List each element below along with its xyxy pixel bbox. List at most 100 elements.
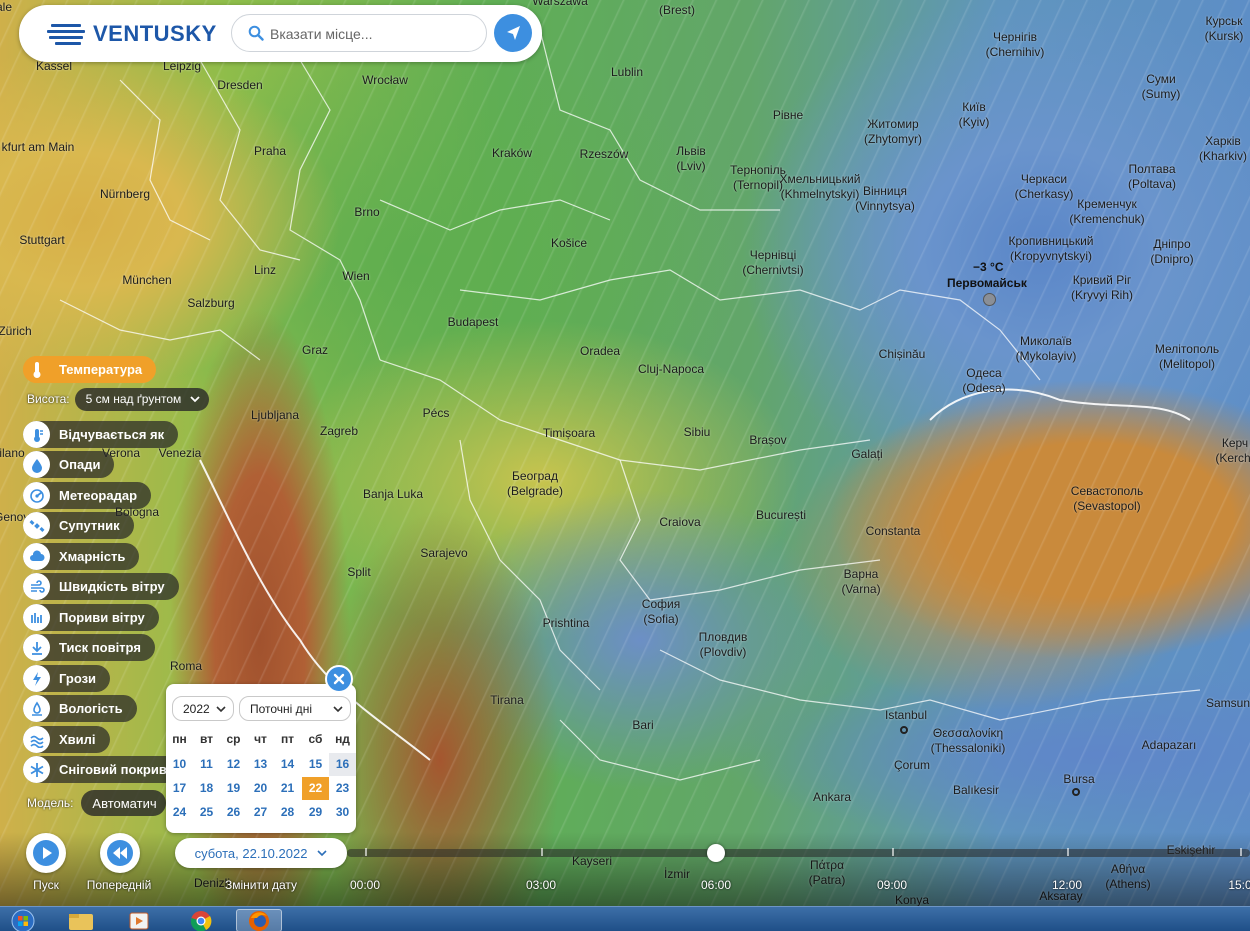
selected-point-marker[interactable] — [983, 293, 996, 306]
play-button[interactable] — [26, 833, 66, 873]
calendar-day[interactable]: 20 — [247, 777, 274, 800]
timeline-slider-handle[interactable] — [707, 844, 725, 862]
taskbar-chrome[interactable] — [178, 909, 224, 931]
city-label: Sibiu — [684, 425, 711, 440]
city-name: Galați — [851, 447, 883, 461]
city-label: București — [756, 508, 806, 523]
city-name: Çorum — [893, 758, 931, 772]
calendar-day[interactable]: 24 — [166, 801, 193, 824]
layer-label: Хвилі — [59, 732, 96, 747]
city-name: Sarajevo — [420, 546, 468, 560]
timeline-hour-label[interactable]: 00:00 — [350, 878, 380, 892]
model-select[interactable]: Автоматич — [81, 790, 166, 816]
calendar-day[interactable]: 18 — [193, 777, 220, 800]
satellite-icon — [23, 512, 50, 539]
city-name-latin: (Kremenchuk) — [1069, 212, 1145, 226]
change-date-button[interactable]: субота, 22.10.2022 — [175, 838, 347, 868]
city-name: София — [641, 597, 681, 611]
timeline-hour-label[interactable]: 09:00 — [877, 878, 907, 892]
calendar-day[interactable]: 14 — [274, 753, 301, 776]
change-date-label: Змінити дату — [224, 878, 298, 892]
calendar-day[interactable]: 23 — [329, 777, 356, 800]
range-select[interactable]: Поточні дні — [239, 696, 351, 721]
layer-feels-like[interactable]: Відчувається як — [23, 421, 179, 448]
calendar-day[interactable]: 27 — [247, 801, 274, 824]
calendar-day[interactable]: 15 — [302, 753, 329, 776]
timeline-hour-label[interactable]: 03:00 — [526, 878, 556, 892]
city-name-latin: (Khmelnytskyi) — [780, 187, 860, 201]
calendar-day[interactable]: 16 — [329, 753, 356, 776]
city-label: Roma — [170, 659, 202, 674]
timeline-hour-label[interactable]: 15:0 — [1228, 878, 1250, 892]
layer-temperature[interactable]: Температура — [23, 356, 157, 383]
year-select[interactable]: 2022 — [172, 696, 234, 721]
search-input[interactable] — [270, 24, 475, 44]
locate-me-button[interactable] — [494, 14, 532, 52]
calendar-day[interactable]: 25 — [193, 801, 220, 824]
search-box[interactable] — [231, 14, 487, 52]
layer-satellite[interactable]: Супутник — [23, 512, 134, 539]
city-label: Wrocław — [362, 73, 408, 88]
start-button[interactable] — [0, 909, 46, 931]
city-label: Београд (Belgrade) — [507, 469, 563, 499]
layer-cloud[interactable]: Хмарність — [23, 543, 140, 570]
model-value: Автоматич — [92, 795, 157, 811]
calendar-day[interactable]: 21 — [274, 777, 301, 800]
city-name: Севастополь — [1070, 484, 1144, 498]
layer-pressure[interactable]: Тиск повітря — [23, 634, 155, 661]
layer-lightning[interactable]: Грози — [23, 665, 111, 692]
calendar-day[interactable]: 29 — [302, 801, 329, 824]
city-label: Zürich — [0, 324, 32, 339]
city-name: Суми — [1146, 72, 1176, 86]
calendar-day[interactable]: 28 — [274, 801, 301, 824]
timeline-hour-label[interactable]: 12:00 — [1052, 878, 1082, 892]
taskbar-media-player[interactable] — [116, 909, 162, 931]
layer-snowflake[interactable]: Сніговий покрив — [23, 756, 181, 783]
city-label: Чернігів (Chernihiv) — [986, 30, 1045, 60]
ventusky-logo[interactable]: VENTUSKY — [47, 21, 217, 47]
layer-radar[interactable]: Метеорадар — [23, 482, 152, 509]
layer-label: Тиск повітря — [59, 640, 141, 655]
taskbar-firefox[interactable] — [236, 909, 282, 931]
previous-button[interactable] — [100, 833, 140, 873]
timeline-hour-label[interactable]: 06:00 — [701, 878, 731, 892]
city-label: Venezia — [159, 446, 202, 461]
calendar-day[interactable]: 13 — [247, 753, 274, 776]
city-name: Вінниця — [863, 184, 907, 198]
city-name: Nürnberg — [99, 187, 151, 201]
timeline-track[interactable] — [347, 849, 1250, 857]
layer-wind-gust[interactable]: Пориви вітру — [23, 604, 159, 631]
layer-label: Швидкість вітру — [59, 579, 165, 594]
taskbar-file-explorer[interactable] — [58, 909, 104, 931]
lightning-icon — [23, 665, 50, 692]
layer-label: Вологість — [59, 701, 123, 716]
layer-waves[interactable]: Хвилі — [23, 726, 110, 753]
city-label: kfurt am Main — [2, 140, 75, 155]
ventusky-logo-icon — [47, 24, 85, 45]
calendar-day[interactable]: 10 — [166, 753, 193, 776]
height-select[interactable]: 5 см над ґрунтом — [74, 387, 210, 411]
layer-humidity[interactable]: Вологість — [23, 695, 137, 722]
city-name: Oradea — [579, 344, 621, 358]
layer-label: Температура — [59, 362, 143, 377]
layer-wind[interactable]: Швидкість вітру — [23, 573, 179, 600]
brand-name: VENTUSKY — [93, 21, 217, 46]
city-name: Ljubljana — [250, 408, 300, 422]
city-label: München — [122, 273, 171, 288]
city-name: Praha — [253, 144, 287, 158]
layer-raindrop[interactable]: Опади — [23, 451, 115, 478]
city-label: Кривий Ріг (Kryvyi Rih) — [1071, 273, 1133, 303]
height-value: 5 см над ґрунтом — [85, 392, 182, 406]
city-label: Кременчук (Kremenchuk) — [1069, 197, 1144, 227]
radar-icon — [23, 482, 50, 509]
calendar-day[interactable]: 22 — [302, 777, 329, 800]
close-calendar-button[interactable] — [325, 665, 353, 693]
calendar-day[interactable]: 26 — [220, 801, 247, 824]
calendar-day[interactable]: 17 — [166, 777, 193, 800]
calendar-day[interactable]: 30 — [329, 801, 356, 824]
calendar-day[interactable]: 11 — [193, 753, 220, 776]
city-label: Суми (Sumy) — [1142, 72, 1181, 102]
calendar-day[interactable]: 12 — [220, 753, 247, 776]
chevron-down-icon — [190, 396, 200, 403]
calendar-day[interactable]: 19 — [220, 777, 247, 800]
